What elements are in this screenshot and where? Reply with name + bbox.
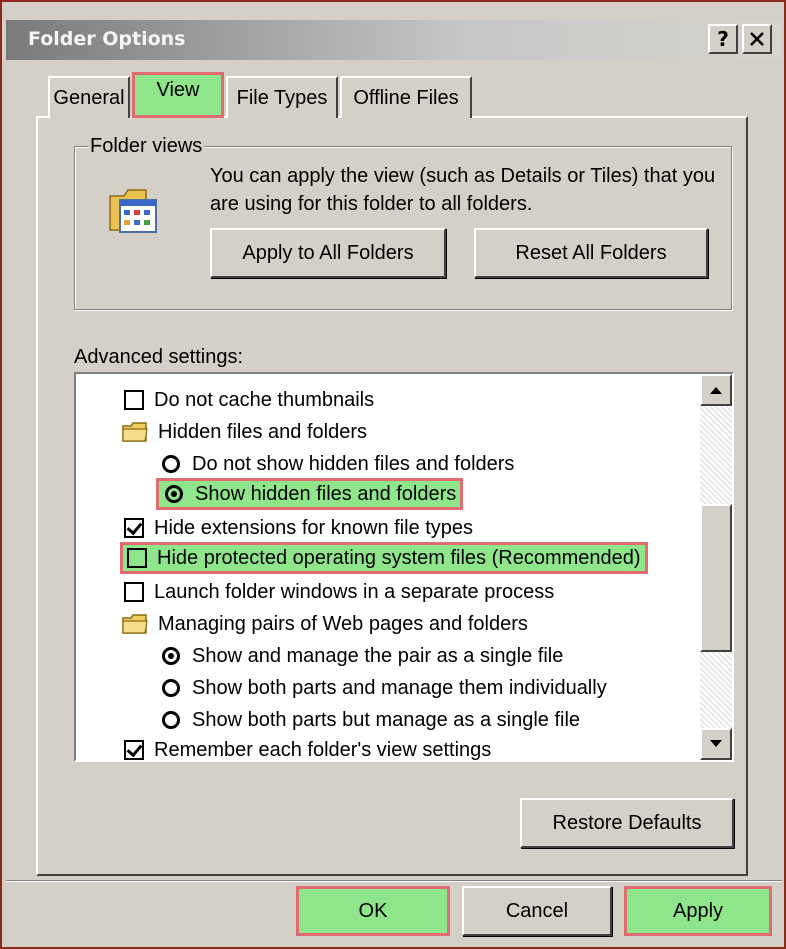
tab-general[interactable]: General: [48, 76, 130, 118]
title-bar[interactable]: Folder Options ?: [6, 20, 782, 60]
folder-views-label: Folder views: [88, 135, 205, 158]
list-item-highlighted[interactable]: Hide protected operating system files (R…: [120, 542, 648, 574]
folder-views-icon: [109, 189, 157, 233]
radio-button[interactable]: [162, 455, 180, 473]
list-item-label: Launch folder windows in a separate proc…: [154, 580, 555, 603]
footer-divider: [6, 880, 782, 882]
folder-views-description: You can apply the view (such as Details …: [210, 165, 716, 215]
scroll-thumb[interactable]: [700, 504, 732, 652]
list-item-label: Do not show hidden files and folders: [192, 452, 515, 475]
ok-button[interactable]: OK: [296, 886, 450, 936]
list-item[interactable]: Show both parts and manage them individu…: [162, 672, 607, 704]
arrow-down-icon: [710, 740, 722, 747]
window-title: Folder Options: [28, 28, 186, 50]
tab-offline-files[interactable]: Offline Files: [340, 76, 472, 118]
radio-button[interactable]: [162, 679, 180, 697]
scroll-up-button[interactable]: [700, 374, 732, 406]
list-item-label: Do not cache thumbnails: [154, 388, 375, 411]
restore-defaults-button[interactable]: Restore Defaults: [520, 798, 734, 848]
reset-all-folders-button[interactable]: Reset All Folders: [474, 228, 708, 278]
checkbox[interactable]: [127, 548, 147, 568]
folder-icon: [122, 422, 148, 442]
radio-button[interactable]: [162, 711, 180, 729]
checkbox[interactable]: [124, 518, 144, 538]
apply-to-all-folders-button[interactable]: Apply to All Folders: [210, 228, 446, 278]
list-item-label: Remember each folder's view settings: [154, 738, 492, 761]
list-item-label: Show and manage the pair as a single fil…: [192, 644, 564, 667]
list-item[interactable]: Hide extensions for known file types: [124, 512, 473, 544]
list-item-label: Hide extensions for known file types: [154, 516, 474, 539]
list-item-label: Show both parts and manage them individu…: [192, 676, 607, 699]
cancel-button[interactable]: Cancel: [462, 886, 612, 936]
radio-button[interactable]: [165, 485, 183, 503]
apply-button[interactable]: Apply: [624, 886, 772, 936]
list-item-label: Managing pairs of Web pages and folders: [158, 612, 528, 635]
advanced-settings-list[interactable]: Do not cache thumbnails Hidden files and…: [74, 372, 734, 762]
help-button[interactable]: ?: [708, 24, 738, 54]
list-item: Managing pairs of Web pages and folders: [122, 608, 528, 640]
list-item[interactable]: Do not cache thumbnails: [124, 384, 374, 416]
list-item-label: Hidden files and folders: [158, 420, 368, 443]
close-icon: [750, 32, 764, 46]
list-item[interactable]: Show both parts but manage as a single f…: [162, 704, 580, 736]
list-item-label: Hide protected operating system files (R…: [157, 546, 641, 569]
vertical-scrollbar[interactable]: [700, 374, 732, 760]
list-item-label: Show hidden files and folders: [195, 482, 457, 505]
advanced-settings-label: Advanced settings:: [74, 346, 243, 368]
list-item-highlighted[interactable]: Show hidden files and folders: [156, 478, 464, 510]
checkbox[interactable]: [124, 582, 144, 602]
folder-icon: [122, 614, 148, 634]
folder-options-dialog: Folder Options ? General View File Types…: [0, 0, 786, 949]
list-item-label: Show both parts but manage as a single f…: [192, 708, 581, 731]
tab-view[interactable]: View: [132, 72, 224, 118]
tab-file-types[interactable]: File Types: [226, 76, 338, 118]
arrow-up-icon: [710, 387, 722, 394]
list-item: Hidden files and folders: [122, 416, 367, 448]
checkbox[interactable]: [124, 390, 144, 410]
radio-button[interactable]: [162, 647, 180, 665]
list-item[interactable]: Do not show hidden files and folders: [162, 448, 514, 480]
list-item[interactable]: Launch folder windows in a separate proc…: [124, 576, 554, 608]
close-button[interactable]: [742, 24, 772, 54]
list-item[interactable]: Remember each folder's view settings: [124, 734, 492, 761]
list-item[interactable]: Show and manage the pair as a single fil…: [162, 640, 563, 672]
scroll-down-button[interactable]: [700, 728, 732, 760]
checkbox[interactable]: [124, 740, 144, 760]
